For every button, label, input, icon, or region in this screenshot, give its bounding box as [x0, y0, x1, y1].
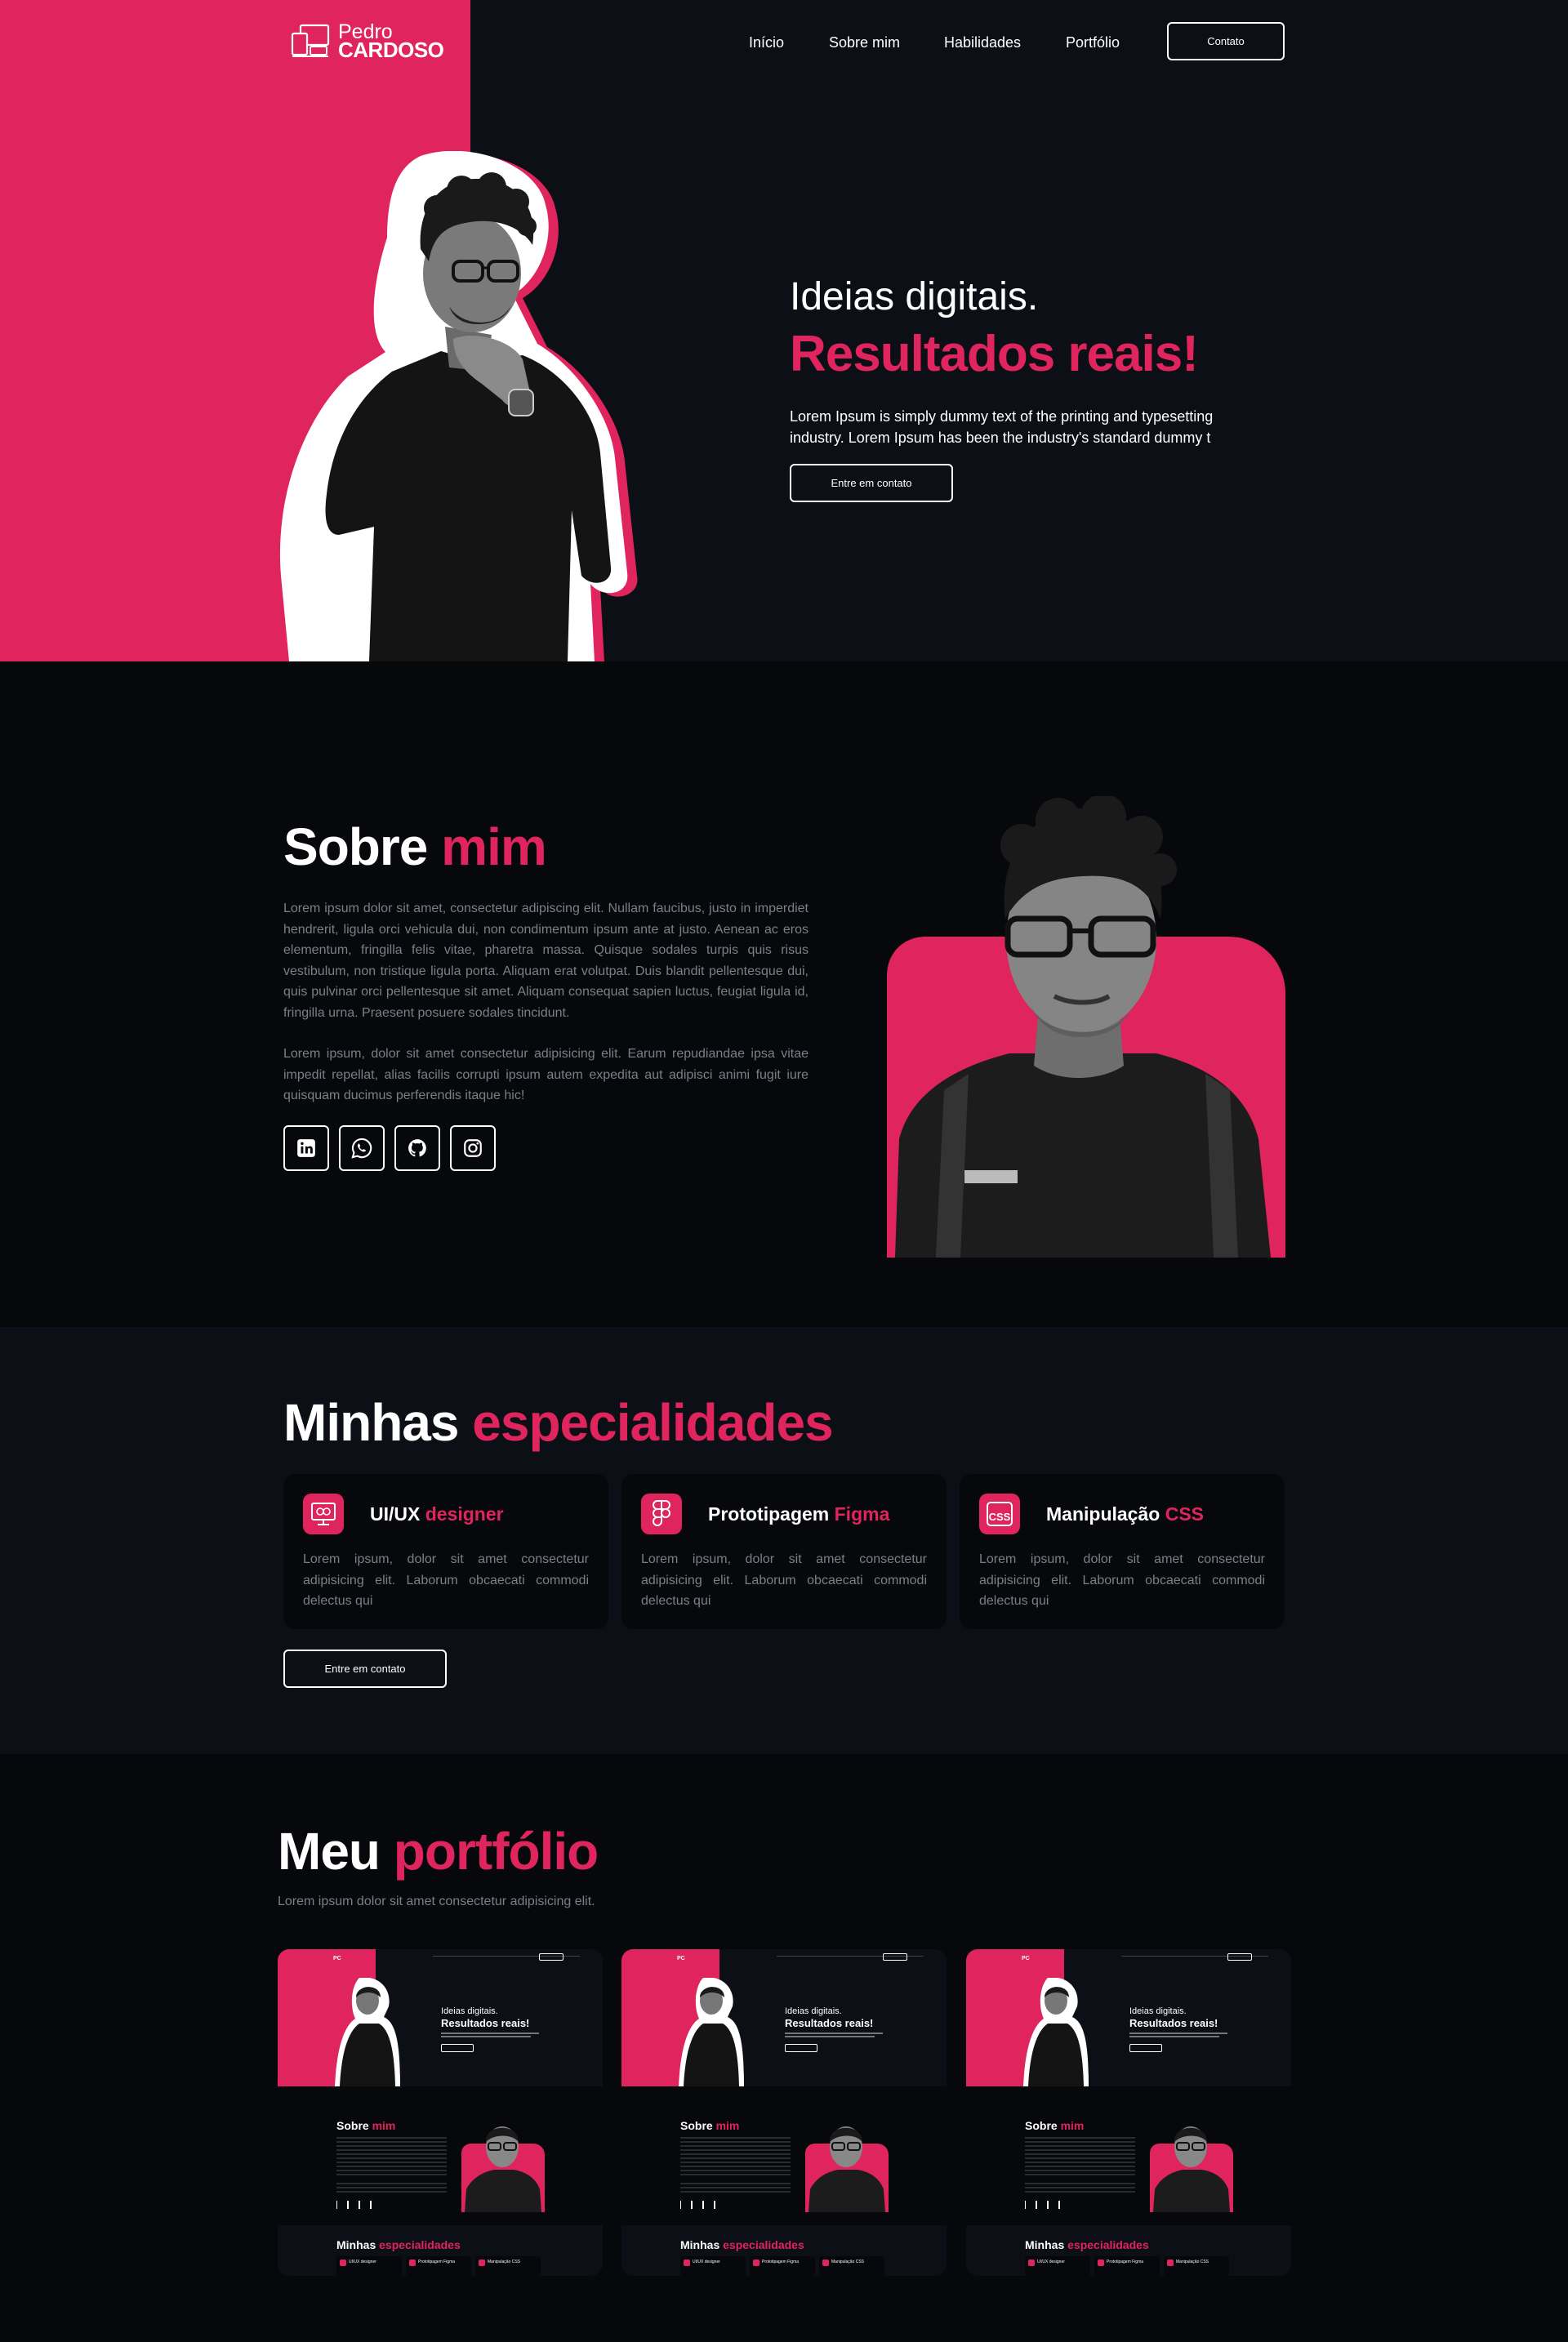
thumb-spec-title-pink: especialidades	[1067, 2238, 1149, 2251]
hero-contact-button[interactable]: Entre em contato	[790, 464, 953, 502]
thumb-card-title: Prototipagem Figma	[418, 2260, 456, 2264]
thumb-hero: PC Ideias digitais. Resultados reais!	[278, 1949, 603, 2086]
card-title-pink: designer	[425, 1503, 504, 1525]
hero-description: Lorem Ipsum is simply dummy text of the …	[790, 408, 1214, 446]
specialty-card-text: Lorem ipsum, dolor sit amet consectetur …	[641, 1552, 927, 1608]
instagram-button[interactable]	[450, 1125, 496, 1171]
figma-icon	[641, 1494, 682, 1534]
hero-portrait-image	[280, 151, 638, 661]
whatsapp-button[interactable]	[339, 1125, 385, 1171]
thumb-about-title-white: Sobre	[336, 2119, 369, 2132]
about-title-white: Sobre	[283, 817, 428, 876]
thumb-hero-title-light: Ideias digitais.	[441, 2006, 498, 2016]
thumb-hero: PC Ideias digitais. Resultados reais!	[966, 1949, 1291, 2086]
thumb-card-title: Prototipagem Figma	[762, 2260, 800, 2264]
thumb-spec-title-pink: especialidades	[723, 2238, 804, 2251]
about-title: Sobre mim	[283, 817, 547, 877]
thumb-specialties: Minhas especialidades UI/UX designer Pro…	[621, 2225, 947, 2276]
nav-link-sobre-mim[interactable]: Sobre mim	[829, 34, 900, 51]
thumb-specialties: Minhas especialidades UI/UX designer Pro…	[278, 2225, 603, 2276]
thumb-about: Sobre mim	[278, 2086, 603, 2225]
specialty-card-text: Lorem ipsum, dolor sit amet consectetur …	[303, 1552, 589, 1608]
thumb-card-title: UI/UX designer	[349, 2260, 376, 2264]
card-title-white: Prototipagem	[708, 1503, 830, 1525]
card-title-white: Manipulação	[1046, 1503, 1160, 1525]
nav-link-inicio[interactable]: Início	[749, 34, 784, 51]
portfolio-item-2[interactable]: PC Ideias digitais. Resultados reais! So…	[621, 1949, 947, 2276]
thumb-about-title-white: Sobre	[680, 2119, 713, 2132]
specialty-card-title: UI/UX designer	[370, 1503, 504, 1525]
specialty-card-title: Prototipagem Figma	[708, 1503, 889, 1525]
thumb-about: Sobre mim	[621, 2086, 947, 2225]
nav-link-habilidades[interactable]: Habilidades	[944, 34, 1021, 51]
thumb-card-title: Manipulação CSS	[488, 2260, 521, 2264]
portfolio-item-3[interactable]: PC Ideias digitais. Resultados reais! So…	[966, 1949, 1291, 2276]
specialty-card-css: CSS Manipulação CSS Lorem ipsum, dolor s…	[960, 1474, 1285, 1629]
hero-section: Pedro CARDOSO Início Sobre mim Habilidad…	[0, 0, 1568, 661]
card-title-white: UI/UX	[370, 1503, 421, 1525]
specialty-card-title: Manipulação CSS	[1046, 1503, 1204, 1525]
thumb-hero-title-bold: Resultados reais!	[785, 2017, 874, 2029]
linkedin-icon	[297, 1139, 315, 1157]
card-title-pink: Figma	[834, 1503, 890, 1525]
about-title-pink: mim	[441, 817, 547, 876]
main-nav: Início Sobre mim Habilidades Portfólio	[0, 24, 1568, 62]
specialties-title: Minhas especialidades	[283, 1392, 834, 1453]
card-title-pink: CSS	[1165, 1503, 1204, 1525]
thumb-about: Sobre mim	[966, 2086, 1291, 2225]
contact-button[interactable]: Contato	[1167, 22, 1285, 60]
thumb-card-title: Manipulação CSS	[1176, 2260, 1209, 2264]
instagram-icon	[464, 1139, 482, 1157]
thumb-spec-title-pink: especialidades	[379, 2238, 461, 2251]
thumb-about-title-pink: mim	[715, 2119, 740, 2132]
portfolio-title-pink: portfólio	[393, 1822, 599, 1881]
thumb-about-title-pink: mim	[372, 2119, 396, 2132]
hero-title-light: Ideias digitais.	[790, 275, 1039, 318]
github-icon	[408, 1139, 426, 1157]
nav-link-portfolio[interactable]: Portfólio	[1066, 34, 1120, 51]
portfolio-item-1[interactable]: PC Ideias digitais. Resultados reais! So…	[278, 1949, 603, 2276]
about-paragraph-2: Lorem ipsum, dolor sit amet consectetur …	[283, 1047, 808, 1102]
specialty-card-figma: Prototipagem Figma Lorem ipsum, dolor si…	[621, 1474, 947, 1629]
whatsapp-icon	[351, 1138, 372, 1159]
thumb-card-title: Manipulação CSS	[831, 2260, 865, 2264]
thumb-hero-title-bold: Resultados reais!	[441, 2017, 530, 2029]
portfolio-title-white: Meu	[278, 1822, 381, 1881]
about-paragraph-1: Lorem ipsum dolor sit amet, consectetur …	[283, 902, 808, 1020]
about-portrait-image	[887, 796, 1285, 1258]
portfolio-title: Meu portfólio	[278, 1821, 599, 1881]
thumb-about-title-white: Sobre	[1025, 2119, 1058, 2132]
linkedin-button[interactable]	[283, 1125, 329, 1171]
github-button[interactable]	[394, 1125, 440, 1171]
thumb-spec-title-white: Minhas	[1025, 2238, 1065, 2251]
thumb-hero: PC Ideias digitais. Resultados reais!	[621, 1949, 947, 2086]
specialties-title-pink: especialidades	[472, 1393, 833, 1452]
thumb-hero-title-bold: Resultados reais!	[1129, 2017, 1218, 2029]
thumb-about-title-pink: mim	[1060, 2119, 1085, 2132]
thumb-card-title: Prototipagem Figma	[1107, 2260, 1144, 2264]
thumb-spec-title-white: Minhas	[336, 2238, 376, 2251]
thumb-hero-title-light: Ideias digitais.	[1129, 2006, 1187, 2016]
specialty-card-uiux: UI/UX designer Lorem ipsum, dolor sit am…	[283, 1474, 608, 1629]
monitor-design-icon	[303, 1494, 344, 1534]
portfolio-subtitle: Lorem ipsum dolor sit amet consectetur a…	[278, 1895, 595, 1908]
thumb-hero-title-light: Ideias digitais.	[785, 2006, 842, 2016]
css-icon: CSS	[979, 1494, 1020, 1534]
thumb-card-title: UI/UX designer	[693, 2260, 720, 2264]
specialty-card-text: Lorem ipsum, dolor sit amet consectetur …	[979, 1552, 1265, 1608]
thumb-spec-title-white: Minhas	[680, 2238, 720, 2251]
hero-title-bold: Resultados reais!	[790, 326, 1199, 382]
thumb-card-title: UI/UX designer	[1037, 2260, 1065, 2264]
specialties-contact-button[interactable]: Entre em contato	[283, 1650, 447, 1688]
thumb-specialties: Minhas especialidades UI/UX designer Pro…	[966, 2225, 1291, 2276]
svg-text:CSS: CSS	[989, 1511, 1011, 1523]
specialties-title-white: Minhas	[283, 1393, 459, 1452]
